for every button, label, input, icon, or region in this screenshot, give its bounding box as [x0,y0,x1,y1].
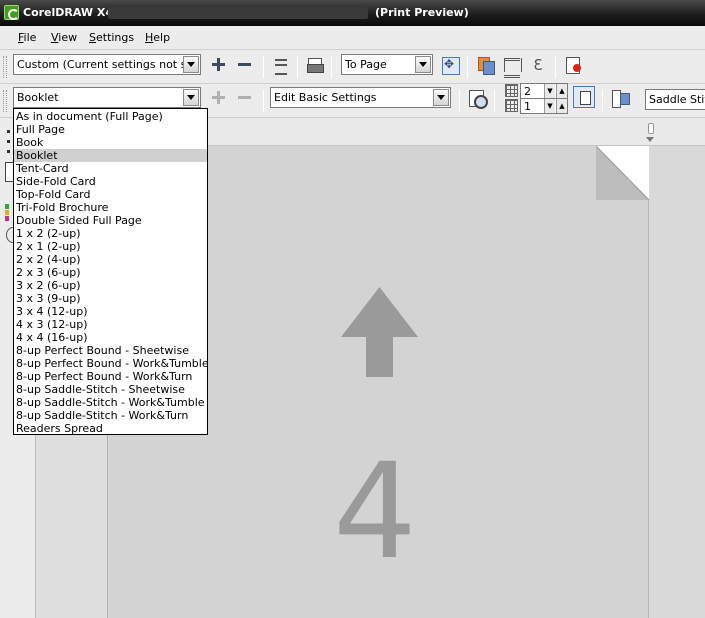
layout-option[interactable]: 8-up Perfect Bound - Work&Tumble [14,357,209,370]
print-style-value: Custom (Current settings not s... [17,58,183,71]
binding-mode-combo[interactable]: Saddle Stitch [645,89,705,110]
layout-option[interactable]: Tent-Card [14,162,207,175]
imposition-layout-dropdown-list[interactable]: As in document (Full Page) Full Page Book B… [13,108,209,435]
delete-layout-button[interactable] [234,87,256,109]
toolbar-grip[interactable] [3,90,7,112]
layout-option[interactable]: 2 x 2 (4-up) [14,253,207,266]
layout-option[interactable]: 3 x 4 (12-up) [14,305,207,318]
coreldraw-app-icon [4,5,19,20]
layout-option[interactable]: Full Page [14,123,207,136]
zoom-combo[interactable]: To Page [341,54,433,75]
layout-option[interactable]: 4 x 4 (16-up) [14,331,207,344]
toolbar-separator [263,90,264,112]
columns-icon [505,99,518,112]
layout-option[interactable]: 2 x 1 (2-up) [14,240,207,253]
layout-option[interactable]: 1 x 2 (2-up) [14,227,207,240]
edit-settings-value: Edit Basic Settings [274,91,377,104]
imposition-layout-icon[interactable] [609,87,631,109]
layout-option[interactable]: Booklet [14,149,207,162]
rows-value: 2 [524,85,531,98]
page-settings-icon[interactable] [466,87,488,109]
layout-option[interactable]: Readers Spread [14,422,207,435]
imposition-layout-value: Booklet [17,91,59,104]
ruler-marker-icon[interactable] [648,123,654,134]
columns-spinner[interactable]: 1 ▼ ▲ [520,98,568,114]
toolbar-separator [331,56,332,78]
color-marker-icon [5,204,9,209]
layout-option[interactable]: 8-up Saddle-Stitch - Work&Tumble [14,396,207,409]
color-marker-icon [5,216,9,221]
layout-option[interactable]: 8-up Perfect Bound - Sheetwise [14,344,207,357]
page-orientation-icon[interactable] [573,86,595,108]
chevron-down-icon[interactable] [433,89,449,106]
chevron-up-icon[interactable]: ▲ [556,99,567,113]
window-title: CorelDRAW X4 - [23,6,122,19]
layout-option[interactable]: 8-up Perfect Bound - Work&Turn [14,370,207,383]
zoom-value: To Page [345,58,387,71]
page-fold-corner-icon [596,146,649,200]
menu-view[interactable]: View [51,31,77,44]
menu-bar: File View Settings Help [0,26,705,50]
layout-option[interactable]: 3 x 2 (6-up) [14,279,207,292]
menu-file[interactable]: File [18,31,36,44]
rows-icon [505,84,518,97]
binding-mode-value: Saddle Stitch [649,93,705,106]
up-arrow-icon [341,287,418,377]
toolbar-separator [467,56,468,78]
edit-settings-combo[interactable]: Edit Basic Settings [270,87,451,108]
title-bar: CorelDRAW X4 - (Print Preview) [0,0,705,26]
layout-option[interactable]: 8-up Saddle-Stitch - Sheetwise [14,383,207,396]
layout-option[interactable]: 4 x 3 (12-up) [14,318,207,331]
layout-option[interactable]: Double Sided Full Page [14,214,207,227]
rows-spinner[interactable]: 2 ▼ ▲ [520,83,568,99]
delete-print-style-button[interactable] [234,54,256,76]
chevron-down-icon[interactable] [183,56,199,73]
color-marker-icon [5,210,9,215]
print-options-icon[interactable] [270,54,292,76]
chevron-down-icon[interactable]: ▼ [544,84,555,98]
toolbar-separator [297,56,298,78]
print-style-toolbar: Custom (Current settings not s... To Pag… [0,50,705,84]
invert-icon[interactable] [501,54,523,78]
layout-option[interactable]: Side-Fold Card [14,175,207,188]
toolbar-separator [494,90,495,112]
add-layout-button[interactable] [208,87,230,109]
chevron-down-icon[interactable]: ▼ [544,99,555,113]
toolbar-separator [602,90,603,112]
menu-help[interactable]: Help [145,31,170,44]
color-separations-icon[interactable] [475,54,497,76]
chevron-down-icon[interactable] [183,89,199,106]
toolbox-grip [7,150,10,153]
toolbar-separator [555,56,556,78]
layout-option[interactable]: Book [14,136,207,149]
window-mode-label: (Print Preview) [375,6,469,19]
page-number: 4 [333,435,417,589]
toolbar-grip[interactable] [3,56,7,78]
chevron-down-icon[interactable] [415,56,431,73]
redacted-title-text [108,7,368,19]
layout-option[interactable]: 8-up Saddle-Stitch - Work&Turn [14,409,207,422]
toolbox-grip [7,140,10,143]
columns-value: 1 [524,100,531,113]
add-print-style-button[interactable] [208,54,230,76]
ruler-arrow-icon [646,137,654,142]
toolbar-separator [459,90,460,112]
layout-option[interactable]: Tri-Fold Brochure [14,201,207,214]
chevron-up-icon[interactable]: ▲ [556,84,567,98]
mirror-icon[interactable]: Ɛ [527,54,549,76]
layout-option[interactable]: 2 x 3 (6-up) [14,266,207,279]
imposition-layout-combo[interactable]: Booklet [13,87,201,108]
full-screen-icon[interactable] [439,54,461,76]
toolbar-separator [263,56,264,78]
layout-option[interactable]: Top-Fold Card [14,188,207,201]
close-print-preview-icon[interactable] [562,54,584,76]
menu-settings[interactable]: Settings [89,31,134,44]
print-icon[interactable] [304,54,326,76]
layout-option[interactable]: As in document (Full Page) [14,110,207,123]
layout-option[interactable]: 3 x 3 (9-up) [14,292,207,305]
toolbox-grip [7,130,10,133]
print-style-combo[interactable]: Custom (Current settings not s... [13,54,201,75]
